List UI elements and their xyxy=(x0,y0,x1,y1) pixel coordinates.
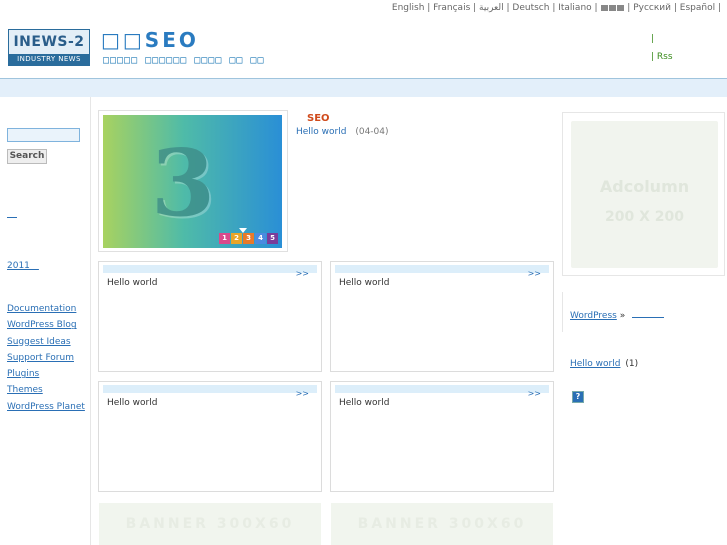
category-box: >> Hello world xyxy=(98,261,322,372)
ad-placeholder: Adcolumn 200 X 200 xyxy=(571,121,718,268)
more-link[interactable]: >> xyxy=(528,269,541,278)
featured-post-date: (04-04) xyxy=(355,127,389,137)
post-title[interactable]: Hello world xyxy=(107,398,157,408)
left-sidebar: Search 2011 Documentation WordPress Blog… xyxy=(0,97,91,545)
site-description: □□□□□ □□□□□□ □□□□ □□ □□ xyxy=(103,55,265,66)
wordpress-link[interactable]: WordPress xyxy=(570,311,617,321)
banner-ad[interactable]: BANNER 300X60 xyxy=(99,503,321,545)
slide-number: 3 xyxy=(151,129,216,237)
featured-slideshow[interactable]: 3 1 2 3 4 5 xyxy=(98,110,288,252)
post-title[interactable]: Hello world xyxy=(339,278,389,288)
divider xyxy=(562,292,563,332)
search-input[interactable] xyxy=(7,128,80,142)
question-icon[interactable]: ? xyxy=(572,391,584,403)
pager-item[interactable]: 1 xyxy=(219,233,230,244)
blogroll-link-plugins[interactable]: Plugins xyxy=(7,369,85,385)
archive-link[interactable]: 2011 xyxy=(7,258,39,271)
category-box-header xyxy=(103,265,317,273)
category-box: >> Hello world xyxy=(98,381,322,492)
category-box: >> Hello world xyxy=(330,261,554,372)
lang-arabic[interactable]: العربية xyxy=(479,3,504,13)
lang-spanish[interactable]: Español xyxy=(680,3,715,13)
slide-pager: 1 2 3 4 5 xyxy=(219,233,278,244)
header-separator: | xyxy=(651,34,655,44)
lang-french[interactable]: Français xyxy=(433,3,470,13)
ad-label: Adcolumn xyxy=(599,177,690,196)
banner-ad[interactable]: BANNER 300X60 xyxy=(331,503,553,545)
more-link[interactable]: >> xyxy=(296,269,309,278)
sidebar-link-blank[interactable] xyxy=(7,209,17,218)
lang-russian[interactable]: Русский xyxy=(633,3,671,13)
post-title[interactable]: Hello world xyxy=(107,278,157,288)
wordpress-line: WordPress » xyxy=(570,310,665,321)
slide-image[interactable]: 3 1 2 3 4 5 xyxy=(103,115,282,248)
blogroll-link-suggest-ideas[interactable]: Suggest Ideas xyxy=(7,337,85,353)
logo-text: INEWS-2 xyxy=(9,30,89,54)
site-header: INEWS-2 INDUSTRY NEWS □□SEO □□□□□ □□□□□□… xyxy=(0,18,727,79)
flag-icon[interactable] xyxy=(609,5,617,11)
language-bar: English | Français | العربية | Deutsch |… xyxy=(0,0,727,19)
featured-category[interactable]: SEO xyxy=(307,113,330,124)
category-box-header xyxy=(335,385,549,393)
more-link[interactable]: >> xyxy=(528,389,541,398)
category-box-header xyxy=(103,385,317,393)
blogroll-link-documentation[interactable]: Documentation xyxy=(7,304,85,320)
flag-icon[interactable] xyxy=(601,5,609,11)
blogroll-list: Documentation WordPress Blog Suggest Ide… xyxy=(7,304,85,418)
pager-item[interactable]: 5 xyxy=(267,233,278,244)
recent-post-title[interactable]: Hello world xyxy=(570,359,620,369)
lang-english[interactable]: English xyxy=(392,3,425,13)
more-link[interactable]: >> xyxy=(296,389,309,398)
flag-icon[interactable] xyxy=(617,5,625,11)
pager-item[interactable]: 4 xyxy=(255,233,266,244)
featured-post: Hello world (04-04) xyxy=(296,127,389,137)
lang-italian[interactable]: Italiano xyxy=(558,3,591,13)
blogroll-link-wordpress-blog[interactable]: WordPress Blog xyxy=(7,320,85,336)
nav-bar xyxy=(0,79,727,97)
site-title[interactable]: □□SEO xyxy=(101,28,199,52)
featured-post-title[interactable]: Hello world xyxy=(296,127,346,137)
lang-german[interactable]: Deutsch xyxy=(512,3,549,13)
blank-link[interactable] xyxy=(632,310,665,318)
category-box-header xyxy=(335,265,549,273)
rss-link[interactable]: | Rss xyxy=(651,52,673,62)
blogroll-link-support-forum[interactable]: Support Forum xyxy=(7,353,85,369)
blogroll-link-themes[interactable]: Themes xyxy=(7,385,85,401)
logo-tagline: INDUSTRY NEWS xyxy=(9,54,89,65)
site-logo[interactable]: INEWS-2 INDUSTRY NEWS xyxy=(8,29,90,66)
pager-item[interactable]: 2 xyxy=(231,233,242,244)
blogroll-link-wordpress-planet[interactable]: WordPress Planet xyxy=(7,402,85,418)
search-button[interactable]: Search xyxy=(7,149,47,164)
pager-item[interactable]: 3 xyxy=(243,233,254,244)
post-title[interactable]: Hello world xyxy=(339,398,389,408)
recent-post-count: (1) xyxy=(625,359,639,369)
recent-post: Hello world (1) xyxy=(570,359,638,369)
ad-column[interactable]: Adcolumn 200 X 200 xyxy=(562,112,725,276)
ad-size: 200 X 200 xyxy=(605,209,684,225)
category-box: >> Hello world xyxy=(330,381,554,492)
breadcrumb-separator: » xyxy=(619,311,626,321)
language-list: English | Français | العربية | Deutsch |… xyxy=(391,3,721,13)
